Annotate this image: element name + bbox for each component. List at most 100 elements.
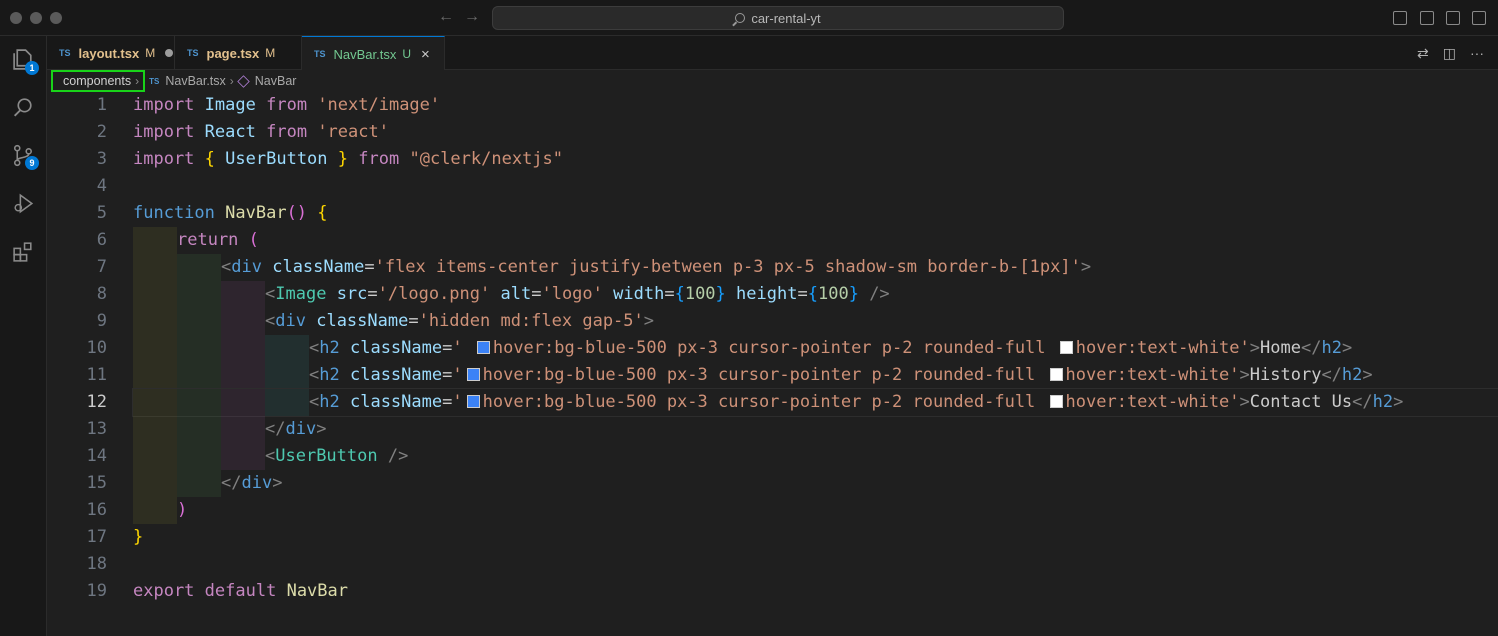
- code-line[interactable]: import Image from 'next/image': [133, 92, 1498, 119]
- indent-guide: [221, 443, 265, 470]
- typescript-icon: TS: [314, 49, 326, 59]
- code-line[interactable]: <div className='hidden md:flex gap-5'>: [133, 308, 1498, 335]
- typescript-icon: TS: [187, 48, 199, 58]
- line-number: 18: [86, 554, 107, 574]
- line-number: 2: [96, 122, 107, 142]
- close-window-button[interactable]: [10, 12, 22, 24]
- code-line[interactable]: }: [133, 524, 1498, 551]
- line-number: 8: [96, 284, 107, 304]
- breadcrumb-file[interactable]: NavBar.tsx: [165, 74, 225, 88]
- line-number: 3: [96, 149, 107, 169]
- indent-guide: [177, 389, 221, 416]
- tab-navbar-tsx[interactable]: TS NavBar.tsx U ×: [302, 36, 445, 71]
- tab-layout-tsx[interactable]: TS layout.tsx M: [47, 36, 175, 70]
- breadcrumb-symbol[interactable]: NavBar: [255, 74, 297, 88]
- line-number: 5: [96, 203, 107, 223]
- more-actions-icon[interactable]: ···: [1470, 45, 1484, 61]
- indent-guide: [265, 362, 309, 389]
- modified-indicator: M: [265, 46, 276, 60]
- line-number: 15: [86, 473, 107, 493]
- indent-guide: [133, 335, 177, 362]
- indent-guide: [177, 470, 221, 497]
- code-editor[interactable]: 1 2 3 4 5 6 7 8 9 10 11 12 13 14 15 16 1…: [47, 92, 1498, 636]
- tab-label: NavBar.tsx: [333, 46, 397, 62]
- minimize-window-button[interactable]: [30, 12, 42, 24]
- code-area[interactable]: import Image from 'next/image' import Re…: [132, 92, 1498, 605]
- indent-guide: [133, 443, 177, 470]
- indent-guide: [221, 308, 265, 335]
- color-swatch-blue[interactable]: [466, 395, 480, 408]
- code-line[interactable]: <UserButton />: [133, 443, 1498, 470]
- code-line[interactable]: <div className='flex items-center justif…: [133, 254, 1498, 281]
- code-line[interactable]: <h2 className=' hover:bg-blue-500 px-3 cu…: [133, 362, 1498, 389]
- line-number: 7: [96, 257, 107, 277]
- breadcrumb-folder[interactable]: components ›: [51, 70, 146, 92]
- toggle-panel-icon[interactable]: [1420, 11, 1434, 25]
- code-line[interactable]: import React from 'react': [133, 119, 1498, 146]
- command-center-search[interactable]: car-rental-yt: [492, 6, 1064, 30]
- tab-label: page.tsx: [206, 45, 260, 61]
- code-line[interactable]: function NavBar() {: [133, 200, 1498, 227]
- code-line[interactable]: return (: [133, 227, 1498, 254]
- chevron-right-icon: ›: [135, 74, 140, 88]
- tab-page-tsx[interactable]: TS page.tsx M: [175, 36, 302, 70]
- indent-guide: [133, 362, 177, 389]
- split-editor-icon[interactable]: ◫: [1443, 45, 1456, 62]
- indent-guide: [221, 389, 265, 416]
- activity-bar: 1 9: [0, 36, 47, 636]
- code-line-current[interactable]: <h2 className=' hover:bg-blue-500 px-3 cu…: [132, 388, 1498, 417]
- code-line[interactable]: ): [133, 497, 1498, 524]
- forward-arrow-icon[interactable]: →: [464, 8, 480, 26]
- zoom-window-button[interactable]: [50, 12, 62, 24]
- explorer-badge: 1: [25, 61, 39, 75]
- indent-guide: [177, 416, 221, 443]
- run-debug-icon[interactable]: [11, 191, 36, 216]
- toggle-secondary-sidebar-icon[interactable]: [1446, 11, 1460, 25]
- typescript-icon: TS: [149, 76, 160, 86]
- indent-guide: [133, 281, 177, 308]
- code-line[interactable]: import { UserButton } from "@clerk/nextj…: [133, 146, 1498, 173]
- line-number: 4: [96, 176, 107, 196]
- line-number: 13: [86, 419, 107, 439]
- code-line[interactable]: <Image src='/logo.png' alt='logo' width=…: [133, 281, 1498, 308]
- color-swatch-blue[interactable]: [466, 368, 480, 381]
- extensions-icon[interactable]: [11, 239, 36, 264]
- search-icon[interactable]: [11, 95, 36, 120]
- code-line[interactable]: </div>: [133, 416, 1498, 443]
- color-swatch-white[interactable]: [1059, 341, 1073, 354]
- chevron-right-icon: ›: [229, 74, 234, 88]
- unsaved-dot-icon[interactable]: [165, 49, 174, 57]
- indent-guide: [221, 335, 265, 362]
- code-line[interactable]: [133, 173, 1498, 200]
- indent-guide: [133, 470, 177, 497]
- symbol-component-icon: [237, 74, 250, 88]
- code-line[interactable]: export default NavBar: [133, 578, 1498, 605]
- line-number-active: 12: [86, 392, 107, 412]
- customize-layout-icon[interactable]: [1472, 11, 1486, 25]
- indent-guide: [221, 416, 265, 443]
- color-swatch-white[interactable]: [1049, 395, 1063, 408]
- indent-guide: [133, 416, 177, 443]
- toggle-sidebar-icon[interactable]: [1393, 11, 1407, 25]
- line-number: 14: [86, 446, 107, 466]
- close-tab-icon[interactable]: ×: [421, 46, 430, 63]
- code-line[interactable]: [133, 551, 1498, 578]
- indent-guide: [265, 389, 309, 416]
- editor-tab-bar: TS layout.tsx M TS page.tsx M TS NavBar.…: [47, 36, 1498, 71]
- line-number: 10: [86, 338, 107, 358]
- open-changes-icon[interactable]: ⇄: [1417, 45, 1429, 62]
- color-swatch-blue[interactable]: [476, 341, 490, 354]
- title-bar: ← → car-rental-yt: [0, 0, 1498, 36]
- typescript-icon: TS: [59, 48, 71, 58]
- line-number: 1: [96, 95, 107, 115]
- indent-guide: [177, 281, 221, 308]
- indent-guide: [221, 362, 265, 389]
- code-line[interactable]: </div>: [133, 470, 1498, 497]
- back-arrow-icon[interactable]: ←: [438, 8, 454, 26]
- line-number: 16: [86, 500, 107, 520]
- untracked-indicator: U: [402, 47, 412, 61]
- indent-guide: [265, 335, 309, 362]
- color-swatch-white[interactable]: [1049, 368, 1063, 381]
- indent-guide: [133, 308, 177, 335]
- code-line[interactable]: <h2 className=' hover:bg-blue-500 px-3 c…: [133, 335, 1498, 362]
